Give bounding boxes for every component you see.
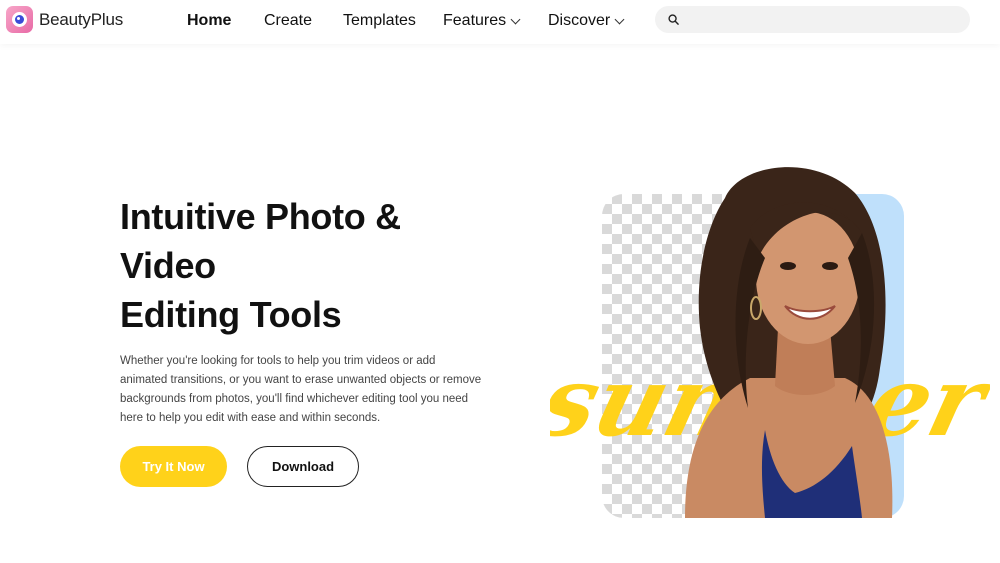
hero-title: Intuitive Photo & Video Editing Tools: [120, 192, 480, 339]
hero-title-line: Editing Tools: [120, 294, 342, 335]
nav-label: Templates: [343, 12, 416, 29]
nav-label: Create: [264, 12, 313, 29]
hero-title-line: Video: [120, 245, 216, 286]
nav-label: Features: [443, 12, 507, 29]
nav-item-home[interactable]: Home: [187, 12, 231, 30]
model-photo: [685, 167, 893, 518]
hero-description: Whether you're looking for tools to help…: [120, 355, 482, 424]
chevron-down-icon: [510, 14, 521, 24]
beautyplus-logo-icon: [6, 6, 33, 33]
nav-label: Home: [187, 12, 232, 29]
nav-item-create[interactable]: Create: [264, 12, 312, 30]
try-it-now-button[interactable]: Try It Now: [120, 446, 227, 487]
brand-logo[interactable]: BeautyPlus: [6, 6, 123, 33]
hero-image: summer: [550, 150, 1000, 530]
nav-item-features[interactable]: Features: [443, 12, 521, 30]
nav-item-templates[interactable]: Templates: [343, 12, 416, 30]
search-input[interactable]: [655, 6, 970, 33]
nav-label: Discover: [548, 12, 611, 29]
chevron-down-icon: [614, 14, 625, 24]
top-navigation-bar: BeautyPlus Home Create Templates Feature…: [0, 0, 1000, 44]
download-button[interactable]: Download: [247, 446, 359, 487]
hero-title-line: Intuitive Photo &: [120, 196, 401, 237]
search-icon: [668, 14, 679, 25]
brand-name: BeautyPlus: [39, 9, 123, 29]
nav-item-discover[interactable]: Discover: [548, 12, 625, 30]
